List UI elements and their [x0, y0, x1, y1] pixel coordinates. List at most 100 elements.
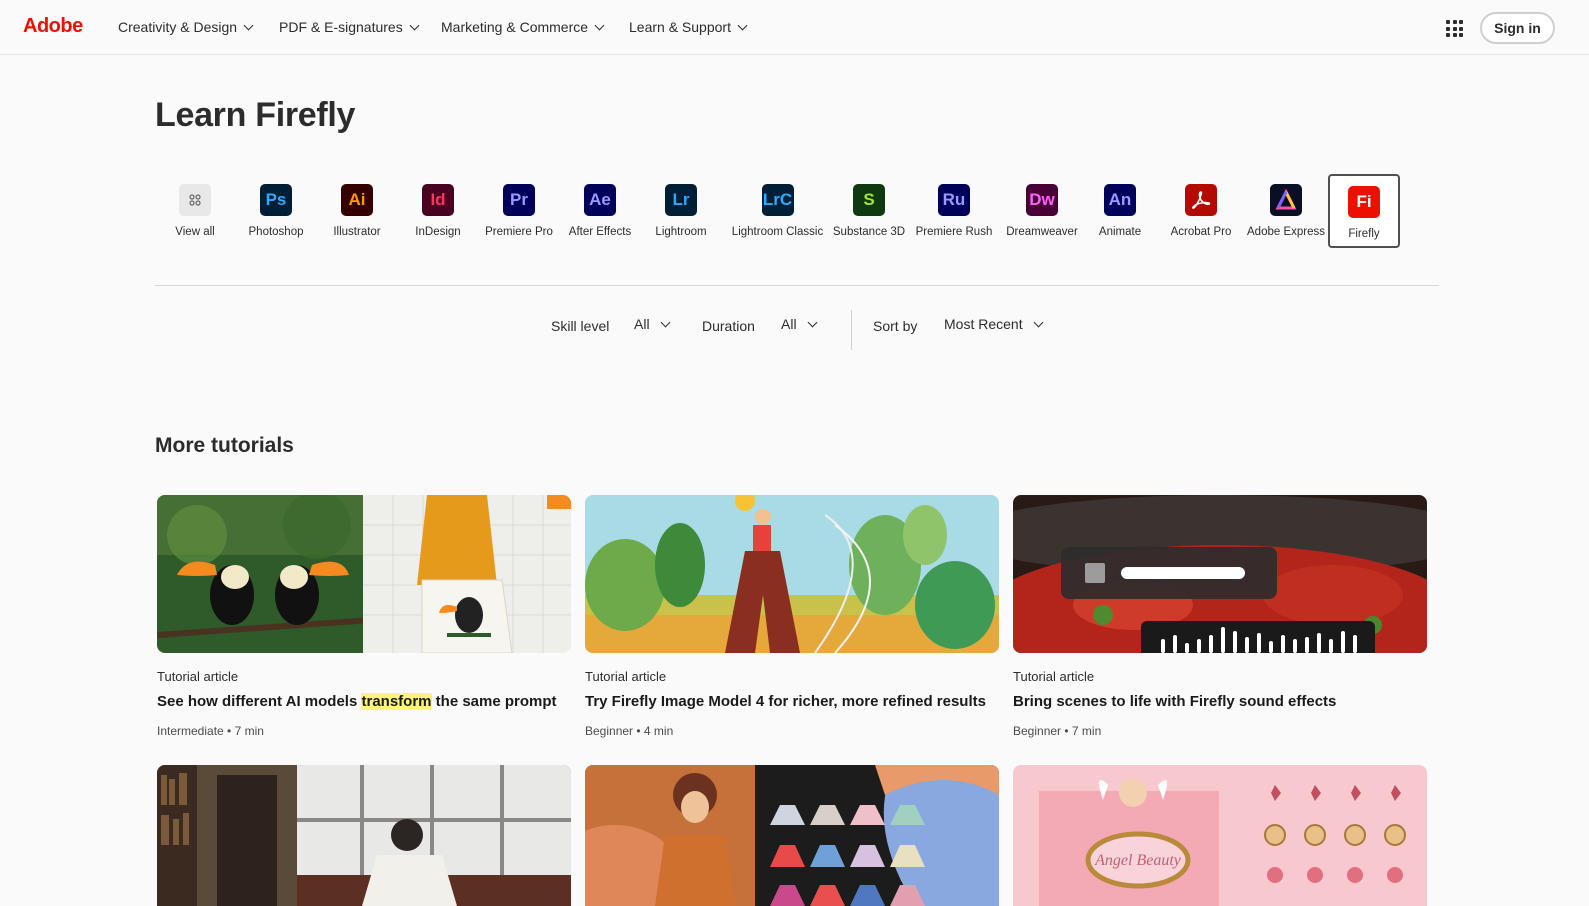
product-after-effects[interactable]: Ae After Effects: [560, 174, 640, 248]
title-highlight: transform: [361, 693, 432, 710]
product-label: Substance 3D: [832, 226, 906, 238]
product-premiere-rush[interactable]: Ru Premiere Rush: [911, 174, 997, 248]
tutorial-thumbnail: [585, 765, 999, 906]
chevron-down-icon: [807, 317, 818, 327]
product-logo-icon: S: [853, 184, 885, 216]
product-logo-icon: Pr: [503, 184, 535, 216]
product-dreamweaver[interactable]: Dw Dreamweaver: [998, 174, 1086, 248]
product-label: View all: [175, 226, 215, 238]
product-substance-3d[interactable]: S Substance 3D: [825, 174, 913, 248]
product-label: Lightroom Classic: [731, 226, 824, 238]
tutorial-meta: Intermediate • 7 min: [157, 724, 264, 738]
top-navigation: Adobe Creativity & Design PDF & E-signat…: [0, 0, 1589, 55]
chevron-down-icon: [660, 317, 671, 327]
product-logo-icon: Lr: [665, 184, 697, 216]
product-view-all[interactable]: View all: [155, 174, 235, 248]
product-adobe-express[interactable]: Adobe Express: [1243, 174, 1329, 248]
tutorial-thumbnail: [157, 495, 571, 653]
tutorial-title[interactable]: See how different AI models transform th…: [157, 693, 571, 710]
product-logo-icon: LrC: [761, 184, 794, 216]
duration-label: Duration: [702, 318, 755, 334]
nav-item-label: Learn & Support: [629, 19, 731, 35]
duration-dropdown[interactable]: All: [781, 316, 818, 332]
tutorial-card[interactable]: Tutorial article Try Firefly Image Model…: [585, 495, 999, 738]
view-all-icon: [179, 184, 211, 216]
nav-item-label: PDF & E-signatures: [279, 19, 403, 35]
product-selector: View all Ps Photoshop Ai Illustrator Id InDesi…: [155, 174, 1439, 248]
tutorial-meta: Beginner • 7 min: [1013, 724, 1102, 738]
adobe-logo[interactable]: Adobe: [23, 15, 83, 38]
product-label: Premiere Rush: [915, 226, 993, 238]
title-text: See how different AI models: [157, 693, 362, 710]
skill-level-label: Skill level: [551, 318, 610, 334]
chevron-down-icon: [594, 20, 605, 30]
product-label: Acrobat Pro: [1170, 226, 1232, 238]
product-label: After Effects: [568, 226, 632, 238]
product-label: InDesign: [415, 226, 461, 238]
tutorial-card[interactable]: [157, 765, 571, 906]
product-logo-icon: An: [1104, 184, 1136, 216]
tutorial-title[interactable]: Try Firefly Image Model 4 for richer, mo…: [585, 693, 999, 710]
tutorial-thumbnail: [1013, 495, 1427, 653]
nav-pdf-esignatures[interactable]: PDF & E-signatures: [279, 19, 420, 35]
tutorial-card[interactable]: Tutorial article See how different AI mo…: [157, 495, 571, 738]
filter-separator: [851, 310, 852, 350]
nav-marketing-commerce[interactable]: Marketing & Commerce: [441, 19, 605, 35]
product-logo-icon: Ai: [341, 184, 373, 216]
angel-beauty-text: Angel Beauty: [1094, 852, 1182, 869]
chevron-down-icon: [737, 20, 748, 30]
tutorial-card[interactable]: [585, 765, 999, 906]
acrobat-icon: [1185, 184, 1217, 216]
tutorial-thumbnail: [585, 495, 999, 653]
product-label: Lightroom: [655, 226, 707, 238]
product-label: Dreamweaver: [1006, 226, 1078, 238]
tutorial-card[interactable]: Tutorial article Bring scenes to life wi…: [1013, 495, 1427, 738]
tutorial-thumbnail: [157, 765, 571, 906]
product-label: Illustrator: [333, 226, 381, 238]
nav-item-label: Marketing & Commerce: [441, 19, 589, 35]
product-indesign[interactable]: Id InDesign: [398, 174, 478, 248]
title-text: Try Firefly Image Model 4 for richer, mo…: [585, 693, 986, 710]
product-premiere-pro[interactable]: Pr Premiere Pro: [479, 174, 559, 248]
product-label: Animate: [1098, 226, 1142, 238]
title-text: the same prompt: [431, 693, 557, 710]
tutorial-type: Tutorial article: [157, 669, 239, 684]
tutorial-thumbnail: Angel Beauty: [1013, 765, 1427, 906]
skill-level-dropdown[interactable]: All: [634, 316, 671, 332]
sort-by-label: Sort by: [873, 318, 918, 334]
product-photoshop[interactable]: Ps Photoshop: [236, 174, 316, 248]
sort-by-dropdown[interactable]: Most Recent: [944, 316, 1044, 332]
nav-learn-support[interactable]: Learn & Support: [629, 19, 748, 35]
product-label: Photoshop: [248, 226, 304, 238]
product-logo-icon: Id: [422, 184, 454, 216]
product-label: Premiere Pro: [485, 226, 553, 238]
sort-by-value: Most Recent: [944, 316, 1023, 332]
tutorial-title[interactable]: Bring scenes to life with Firefly sound …: [1013, 693, 1427, 710]
sign-in-button[interactable]: Sign in: [1480, 12, 1555, 44]
chevron-down-icon: [409, 20, 420, 30]
product-logo-icon: Ru: [938, 184, 970, 216]
product-logo-icon: Fi: [1348, 186, 1380, 218]
product-acrobat-pro[interactable]: Acrobat Pro: [1161, 174, 1241, 248]
product-logo-icon: Dw: [1026, 184, 1058, 216]
section-title: More tutorials: [155, 434, 294, 457]
product-logo-icon: Ae: [584, 184, 616, 216]
page-title: Learn Firefly: [155, 96, 356, 134]
skill-level-value: All: [634, 316, 650, 332]
product-animate[interactable]: An Animate: [1080, 174, 1160, 248]
divider: [155, 285, 1439, 286]
nav-item-label: Creativity & Design: [118, 19, 238, 35]
product-lightroom-classic[interactable]: LrC Lightroom Classic: [730, 174, 825, 248]
product-illustrator[interactable]: Ai Illustrator: [317, 174, 397, 248]
product-logo-icon: Ps: [260, 184, 292, 216]
product-firefly[interactable]: Fi Firefly: [1328, 174, 1400, 248]
chevron-down-icon: [1033, 317, 1044, 327]
tutorial-card[interactable]: Angel Beauty: [1013, 765, 1427, 906]
product-lightroom[interactable]: Lr Lightroom: [641, 174, 721, 248]
chevron-down-icon: [243, 20, 254, 30]
product-label: Adobe Express: [1247, 226, 1325, 238]
tutorial-type: Tutorial article: [585, 669, 667, 684]
duration-value: All: [781, 316, 797, 332]
nav-creativity-design[interactable]: Creativity & Design: [118, 19, 254, 35]
apps-grid-icon[interactable]: [1446, 20, 1463, 37]
